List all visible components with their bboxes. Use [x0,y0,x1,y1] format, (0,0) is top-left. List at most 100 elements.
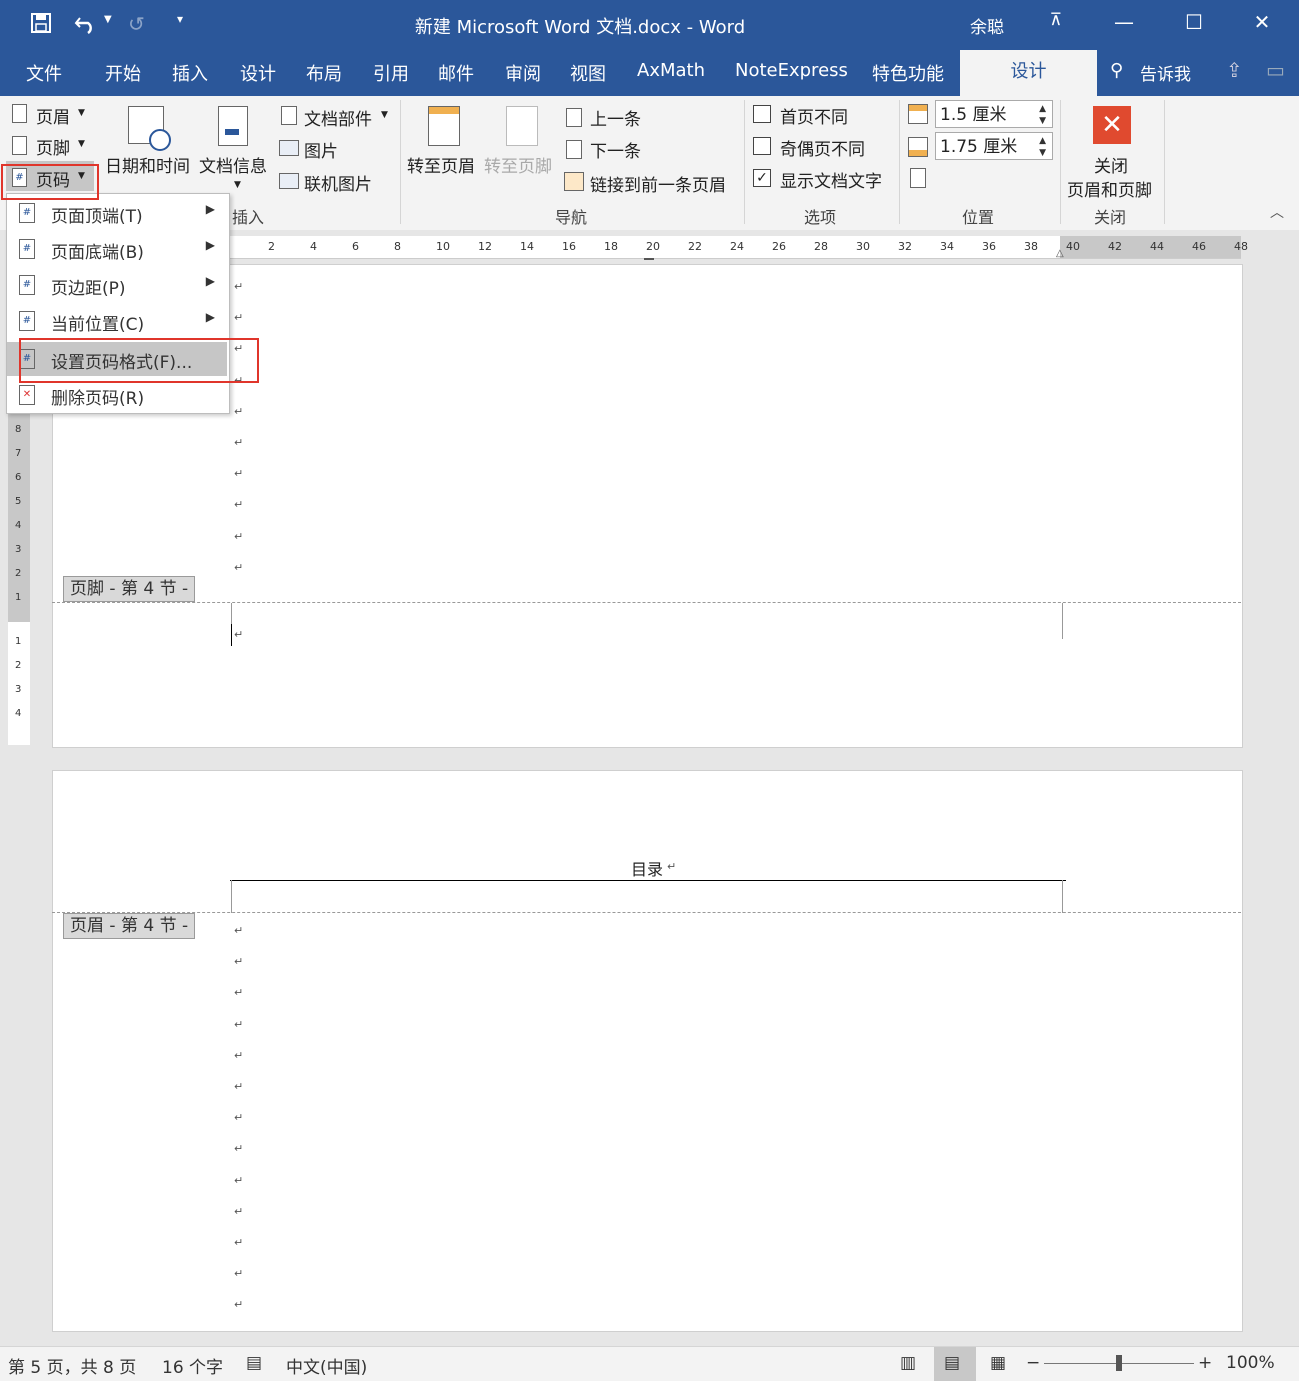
minimize-icon[interactable]: — [1104,10,1144,34]
tab-review[interactable]: 审阅 [505,60,541,86]
tab-special[interactable]: 特色功能 [872,60,944,86]
header-icon [12,104,27,123]
web-layout-icon[interactable]: ▦ [990,1353,1006,1373]
paragraph-mark: ↵ [234,529,244,543]
zoom-in-icon[interactable]: + [1198,1353,1212,1373]
ruler-tick-label: 48 [1234,240,1248,253]
tab-insert[interactable]: 插入 [172,60,208,86]
share-icon[interactable]: ⇪ [1226,58,1243,82]
proofing-icon[interactable]: ▤ [246,1353,262,1373]
quick-parts-button[interactable]: 文档部件 [304,105,372,130]
paragraph-mark: ↵ [234,1017,244,1031]
different-odd-even-checkbox[interactable] [753,137,771,155]
zoom-slider-thumb[interactable] [1116,1355,1122,1371]
menu-item-remove-page-numbers[interactable]: ✕ 删除页码(R) [7,378,227,412]
ruler-tick-label: 38 [1024,240,1038,253]
ruler-tick-label: 1 [15,636,22,647]
tab-mailings[interactable]: 邮件 [438,60,474,86]
goto-header-button[interactable]: 转至页眉 [407,152,475,177]
horizontal-ruler[interactable]: 2 4 6 8 10 12 14 16 18 20 22 24 26 28 30 32 34 36 38 40 42 44… [230,236,1248,260]
menu-item-bottom-of-page[interactable]: # 页面底端(B) ▶ [7,232,227,266]
menu-item-page-margins[interactable]: # 页边距(P) ▶ [7,268,227,302]
close-button-line1[interactable]: 关闭 [1094,152,1128,177]
ruler-tick-label: 28 [814,240,828,253]
submenu-arrow-icon: ▶ [205,202,215,216]
language-indicator[interactable]: 中文(中国) [286,1353,367,1378]
ribbon-display-icon[interactable]: ⊼ [1036,10,1076,30]
online-picture-button[interactable]: 联机图片 [304,170,372,195]
ruler-tick-label: 8 [15,424,22,435]
group-divider [899,100,900,224]
zoom-out-icon[interactable]: − [1026,1353,1040,1373]
quick-parts-dropdown-icon[interactable]: ▼ [381,110,388,120]
zoom-level[interactable]: 100% [1226,1353,1275,1373]
link-previous-button[interactable]: 链接到前一条页眉 [590,171,726,196]
read-mode-icon[interactable]: ▥ [900,1353,916,1373]
close-button-line2[interactable]: 页眉和页脚 [1067,176,1152,201]
tab-layout[interactable]: 布局 [306,60,342,86]
user-name[interactable]: 余聪 [970,13,1004,38]
paragraph-mark: ↵ [234,924,244,937]
menu-item-top-of-page[interactable]: # 页面顶端(T) ▶ [7,196,227,230]
header-text[interactable]: 目录 [631,856,663,880]
header-boundary [52,912,1241,913]
ribbon-tabs: 文件 开始 插入 设计 布局 引用 邮件 审阅 视图 AxMath NoteEx… [0,50,1299,96]
page-current[interactable] [52,770,1243,1332]
tab-design[interactable]: 设计 [240,60,276,86]
spin-down-icon[interactable]: ▼ [1039,116,1046,126]
close-header-footer-icon[interactable]: ✕ [1093,106,1131,144]
close-window-icon[interactable]: ✕ [1242,10,1282,34]
ruler-tick-label: 5 [15,496,22,507]
collapse-ribbon-icon[interactable]: ︿ [1270,202,1284,222]
header-position-input[interactable]: 1.5 厘米 ▲ ▼ [935,100,1053,128]
footer-position-value: 1.75 厘米 [940,137,1018,157]
header-button[interactable]: 页眉 [36,103,70,128]
date-time-button[interactable]: 日期和时间 [105,152,190,177]
menu-item-label: 页面顶端(T) [51,207,143,227]
spin-up-icon[interactable]: ▲ [1039,104,1046,114]
document-info-button[interactable]: 文档信息 [199,152,267,177]
page-previous[interactable] [52,264,1243,748]
different-first-page-checkbox[interactable] [753,105,771,123]
tab-noteexpress[interactable]: NoteExpress [735,60,848,81]
header-left-corner [231,880,232,913]
header-section-tag: 页眉 - 第 4 节 - [63,913,196,939]
header-position-value: 1.5 厘米 [940,105,1007,125]
header-dropdown-icon[interactable]: ▼ [78,108,85,118]
tab-header-footer-design[interactable]: 设计 [960,50,1097,96]
footer-position-input[interactable]: 1.75 厘米 ▲ ▼ [935,132,1053,160]
ruler-tick-label: 14 [520,240,534,253]
tab-axmath[interactable]: AxMath [637,60,705,81]
menu-item-current-position[interactable]: # 当前位置(C) ▶ [7,304,227,338]
tab-view[interactable]: 视图 [570,60,606,86]
tell-me-box[interactable]: 告诉我 [1140,60,1191,85]
insert-group-label: 插入 [232,208,265,227]
next-button[interactable]: 下一条 [590,137,641,162]
paragraph-mark: ↵ [234,1298,244,1312]
tab-references[interactable]: 引用 [373,60,409,86]
insert-alignment-tab-icon[interactable] [910,168,926,188]
spin-down-icon[interactable]: ▼ [1039,148,1046,158]
comments-icon[interactable]: ▭ [1266,58,1285,82]
tab-file[interactable]: 文件 [26,60,62,86]
picture-button[interactable]: 图片 [304,137,338,162]
previous-button[interactable]: 上一条 [590,105,641,130]
vertical-ruler[interactable]: 8 7 6 5 4 3 2 1 1 2 3 4 [8,400,30,745]
ruler-tick-label: 2 [15,660,22,671]
ruler-tick-label: 2 [15,568,22,579]
paragraph-mark: ↵ [234,1080,244,1093]
word-count[interactable]: 16 个字 [162,1353,223,1378]
maximize-icon[interactable]: ☐ [1174,10,1214,34]
different-odd-even-label: 奇偶页不同 [780,140,865,160]
right-indent-icon[interactable]: △ [1056,248,1064,259]
submenu-arrow-icon: ▶ [205,274,215,288]
document-info-dropdown-icon[interactable]: ▼ [234,180,241,190]
header-right-corner [1062,880,1063,913]
tab-home[interactable]: 开始 [105,60,141,86]
footer-dropdown-icon[interactable]: ▼ [78,139,85,149]
page-count[interactable]: 第 5 页，共 8 页 [8,1353,136,1378]
footer-button[interactable]: 页脚 [36,134,70,159]
title-bar: ▼ ↺ ▾ 新建 Microsoft Word 文档.docx - Word 余… [0,0,1299,50]
spin-up-icon[interactable]: ▲ [1039,136,1046,146]
show-document-text-checkbox[interactable]: ✓ [753,169,771,187]
